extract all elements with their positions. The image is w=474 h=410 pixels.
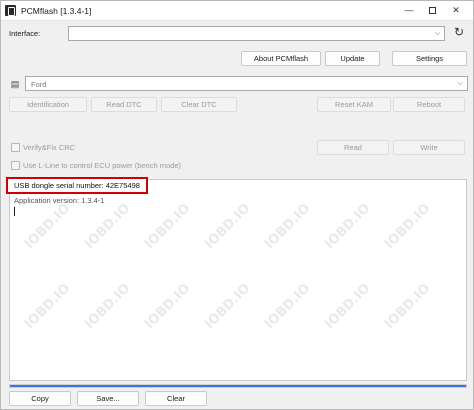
close-button[interactable]: ✕ [448,3,464,17]
pcmflash-app-icon [5,5,16,16]
save-button[interactable]: Save... [77,391,139,406]
reboot-button[interactable]: Reboot [393,97,465,112]
write-button[interactable]: Write [393,140,465,155]
update-button[interactable]: Update [325,51,380,66]
progress-bar [9,384,467,388]
text-cursor [14,207,15,216]
title-bar: PCMflash [1.3.4-1] — ✕ [1,1,473,21]
refresh-icon[interactable]: ↻ [450,24,468,40]
interface-label: Interface: [9,29,41,38]
clear-button[interactable]: Clear [145,391,207,406]
about-button[interactable]: About PCMflash [241,51,321,66]
copy-button[interactable]: Copy [9,391,71,406]
module-icon[interactable]: ▤ [9,78,21,90]
use-lline-label: Use L-Line to control ECU power (bench m… [23,161,181,170]
log-output[interactable]: Application version: 1.3.4-1 [9,179,467,381]
chevron-down-icon: ⌵ [457,80,463,87]
identification-button[interactable]: Identification [9,97,87,112]
maximize-icon [428,7,436,15]
read-button[interactable]: Read [317,140,389,155]
chevron-down-icon: ⌵ [434,30,440,37]
progress-fill [10,385,466,387]
module-select[interactable]: Ford ⌵ [25,76,468,91]
verify-crc-label: Verify&Fix CRC [23,143,76,152]
minimize-button[interactable]: — [401,3,417,17]
serial-number-highlight: USB dongle serial number: 42E75498 [6,177,148,194]
settings-button[interactable]: Settings [392,51,467,66]
maximize-button[interactable] [424,3,440,17]
reset-kam-button[interactable]: Reset KAM [317,97,391,112]
log-line-serial: USB dongle serial number: 42E75498 [14,181,140,190]
read-dtc-button[interactable]: Read DTC [91,97,157,112]
log-line-version: Application version: 1.3.4-1 [14,196,105,205]
verify-crc-checkbox[interactable] [11,143,20,152]
window-title: PCMflash [1.3.4-1] [21,6,92,16]
interface-select[interactable]: ⌵ [68,26,445,41]
module-value: Ford [31,80,47,89]
use-lline-checkbox[interactable] [11,161,20,170]
app-window: PCMflash [1.3.4-1] — ✕ Interface: ⌵ ↻ Ab… [0,0,474,410]
clear-dtc-button[interactable]: Clear DTC [161,97,237,112]
